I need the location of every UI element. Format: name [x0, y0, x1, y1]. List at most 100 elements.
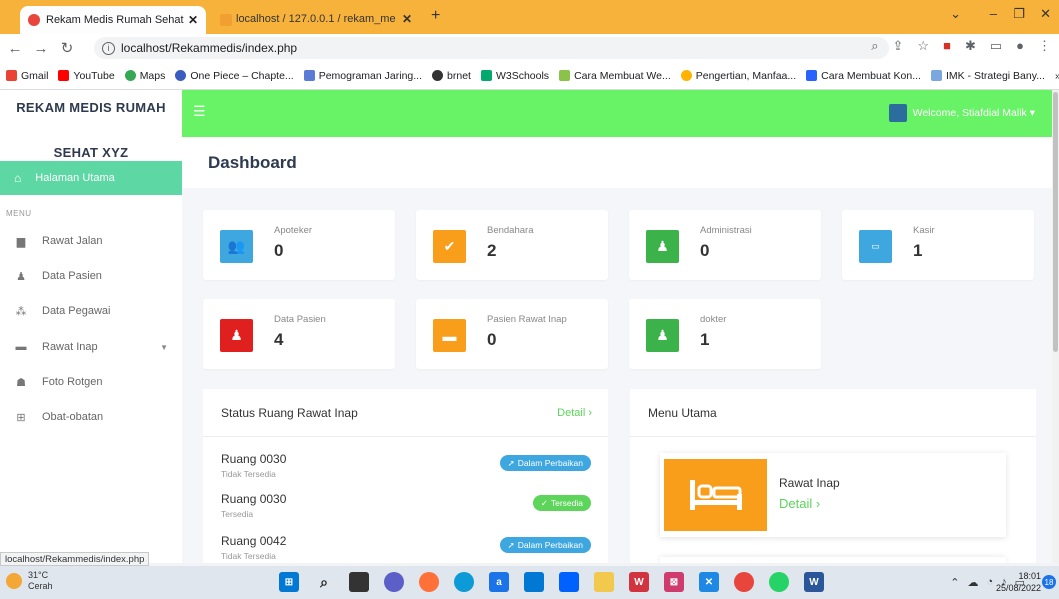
bookmark-pengertian[interactable]: Pengertian, Manfaa...	[680, 70, 796, 82]
medkit-icon: ⊞	[16, 411, 26, 424]
sidebar-toggle-icon[interactable]: ☰	[193, 103, 206, 120]
reload-icon[interactable]: ↻	[56, 39, 78, 57]
menu-detail-link[interactable]: Detail ›	[779, 496, 820, 511]
stat-label: Apoteker	[274, 225, 313, 236]
stat-card-pasien-rawat-inap[interactable]: ▬ Pasien Rawat Inap 0	[416, 299, 608, 369]
stat-card-apoteker[interactable]: 👥 Apoteker 0	[203, 210, 395, 280]
star-icon[interactable]: ☆	[917, 38, 929, 54]
dropbox-icon[interactable]	[559, 572, 579, 592]
wrench-icon: ➚	[507, 457, 515, 468]
close-tab-icon[interactable]: ✕	[188, 13, 198, 27]
stat-card-dokter[interactable]: ♟ dokter 1	[629, 299, 821, 369]
chrome-icon[interactable]	[734, 572, 754, 592]
wps-icon[interactable]: W	[629, 572, 649, 592]
bookmark-onepiece[interactable]: One Piece – Chapte...	[175, 70, 294, 82]
menu-section-label: MENU	[6, 209, 32, 218]
sidebar-item-rawat-jalan[interactable]: ▆ Rawat Jalan	[0, 226, 182, 256]
firefox-icon[interactable]	[419, 572, 439, 592]
zoom-icon[interactable]: ⌕	[871, 38, 878, 54]
xampp-icon[interactable]: ⊠	[664, 572, 684, 592]
brand-logo[interactable]: REKAM MEDIS RUMAH SEHAT XYZ	[0, 90, 182, 170]
bookmark-youtube[interactable]: YouTube	[58, 70, 115, 82]
sidepanel-icon[interactable]: ▭	[990, 38, 1002, 54]
bookmark-cara-membuat-kon[interactable]: Cara Membuat Kon...	[806, 70, 921, 82]
close-tab-2-icon[interactable]: ✕	[402, 12, 412, 26]
tab-rekam-medis[interactable]: Rekam Medis Rumah Sehat XYZ ✕	[20, 6, 206, 34]
list-item: Ruang 0042 Tidak Tersedia ➚ Dalam Perbaik…	[221, 534, 601, 563]
new-tab-icon[interactable]: +	[431, 7, 440, 25]
stat-card-data-pasien[interactable]: ♟ Data Pasien 4	[203, 299, 395, 369]
bed-icon	[664, 459, 767, 531]
puzzle-icon[interactable]: ✱	[965, 38, 976, 54]
scrollbar-thumb[interactable]	[1053, 92, 1058, 352]
task-view-icon[interactable]	[349, 572, 369, 592]
close-window-icon[interactable]: ✕	[1040, 6, 1051, 22]
sidebar-item-data-pegawai[interactable]: ⁂ Data Pegawai	[0, 296, 182, 326]
onepiece-icon	[175, 70, 187, 81]
sidebar-item-data-pasien[interactable]: ♟ Data Pasien	[0, 261, 182, 291]
extension-icon[interactable]: ■	[943, 38, 951, 54]
tab-title-2: localhost / 127.0.0.1 / rekam_me	[236, 13, 396, 25]
weather-widget[interactable]: 31°C Cerah	[6, 570, 53, 592]
sidebar-item-obat-obatan[interactable]: ⊞ Obat-obatan	[0, 402, 182, 432]
sidebar-item-foto-rotgen[interactable]: ☗ Foto Rotgen	[0, 367, 182, 397]
scrollbar[interactable]	[1052, 90, 1059, 563]
clock[interactable]: 18:01 25/08/2022	[996, 570, 1041, 594]
file-explorer-icon[interactable]	[594, 572, 614, 592]
bookmark-w3schools[interactable]: W3Schools	[480, 70, 549, 82]
status-badge[interactable]: ✓ Tersedia	[532, 495, 591, 511]
forward-icon[interactable]: →	[30, 40, 52, 57]
word-icon[interactable]: W	[804, 572, 824, 592]
cash-icon: ▭	[859, 230, 892, 263]
search-icon[interactable]: ⌕	[314, 572, 334, 592]
info-icon[interactable]: i	[102, 41, 115, 55]
more-bookmarks-icon[interactable]: »	[1055, 70, 1059, 82]
user-greeting: Welcome, Stiafdial Malik ▾	[912, 107, 1035, 119]
wifi-icon[interactable]: ◔	[986, 576, 993, 589]
bookmark-gmail[interactable]: Gmail	[6, 70, 48, 82]
user-dropdown[interactable]: Welcome, Stiafdial Malik ▾	[888, 104, 1035, 122]
amazon-icon[interactable]: a	[489, 572, 509, 592]
bookmark-pemograman[interactable]: Pemograman Jaring...	[303, 70, 422, 82]
minimize-icon[interactable]: –	[990, 6, 997, 21]
users-icon: ⁂	[15, 305, 27, 318]
store-icon[interactable]	[524, 572, 544, 592]
chat-icon[interactable]	[384, 572, 404, 592]
notification-badge[interactable]: 18	[1042, 575, 1056, 589]
w3schools-icon	[480, 70, 492, 81]
bookmark-cara-membuat-we[interactable]: Cara Membuat We...	[559, 70, 671, 82]
url-input[interactable]: i localhost/Rekammedis/index.php	[94, 37, 889, 59]
profile-icon[interactable]: ●	[1016, 38, 1024, 54]
menu-card-rawat-inap[interactable]: Rawat Inap Detail ›	[660, 453, 1006, 537]
tab-search-icon[interactable]: ⌄	[950, 6, 961, 22]
status-detail-link[interactable]: Detail ›	[557, 407, 592, 419]
sidebar-item-halaman-utama[interactable]: ⌂ Halaman Utama	[0, 161, 182, 195]
sidebar-item-label: Rawat Inap	[42, 341, 98, 353]
share-icon[interactable]: ⇪	[893, 38, 904, 54]
bookmark-imk[interactable]: IMK - Strategi Bany...	[930, 70, 1045, 82]
stat-card-kasir[interactable]: ▭ Kasir 1	[842, 210, 1034, 280]
weather-temp: 31°C	[28, 570, 49, 580]
stat-card-administrasi[interactable]: ♟ Administrasi 0	[629, 210, 821, 280]
edge-icon[interactable]	[454, 572, 474, 592]
check-icon: ✓	[540, 497, 548, 508]
whatsapp-icon[interactable]	[769, 572, 789, 592]
bookmark-maps[interactable]: Maps	[124, 70, 165, 82]
phpmyadmin-icon	[220, 14, 232, 26]
back-icon[interactable]: ←	[4, 40, 26, 57]
onedrive-icon[interactable]: ☁	[967, 576, 978, 589]
restore-icon[interactable]: ❐	[1013, 6, 1025, 22]
status-badge[interactable]: ➚ Dalam Perbaikan	[499, 455, 591, 471]
menu-icon[interactable]: ⋮	[1038, 38, 1051, 54]
bookmark-brnet[interactable]: brnet	[432, 70, 471, 82]
sidebar-item-rawat-inap[interactable]: ▬ Rawat Inap ▼	[0, 332, 182, 362]
sidebar-item-label: Data Pasien	[42, 270, 102, 282]
stat-card-bendahara[interactable]: ✔ Bendahara 2	[416, 210, 608, 280]
windows-start-icon[interactable]: ⊞	[279, 572, 299, 592]
vscode-icon[interactable]: ✕	[699, 572, 719, 592]
status-badge[interactable]: ➚ Dalam Perbaikan	[499, 537, 591, 553]
stat-value: 0	[274, 241, 284, 260]
menu-card-next[interactable]	[660, 557, 1006, 563]
stat-label: Kasir	[913, 225, 935, 236]
chevron-up-icon[interactable]: ⌃	[950, 576, 959, 589]
